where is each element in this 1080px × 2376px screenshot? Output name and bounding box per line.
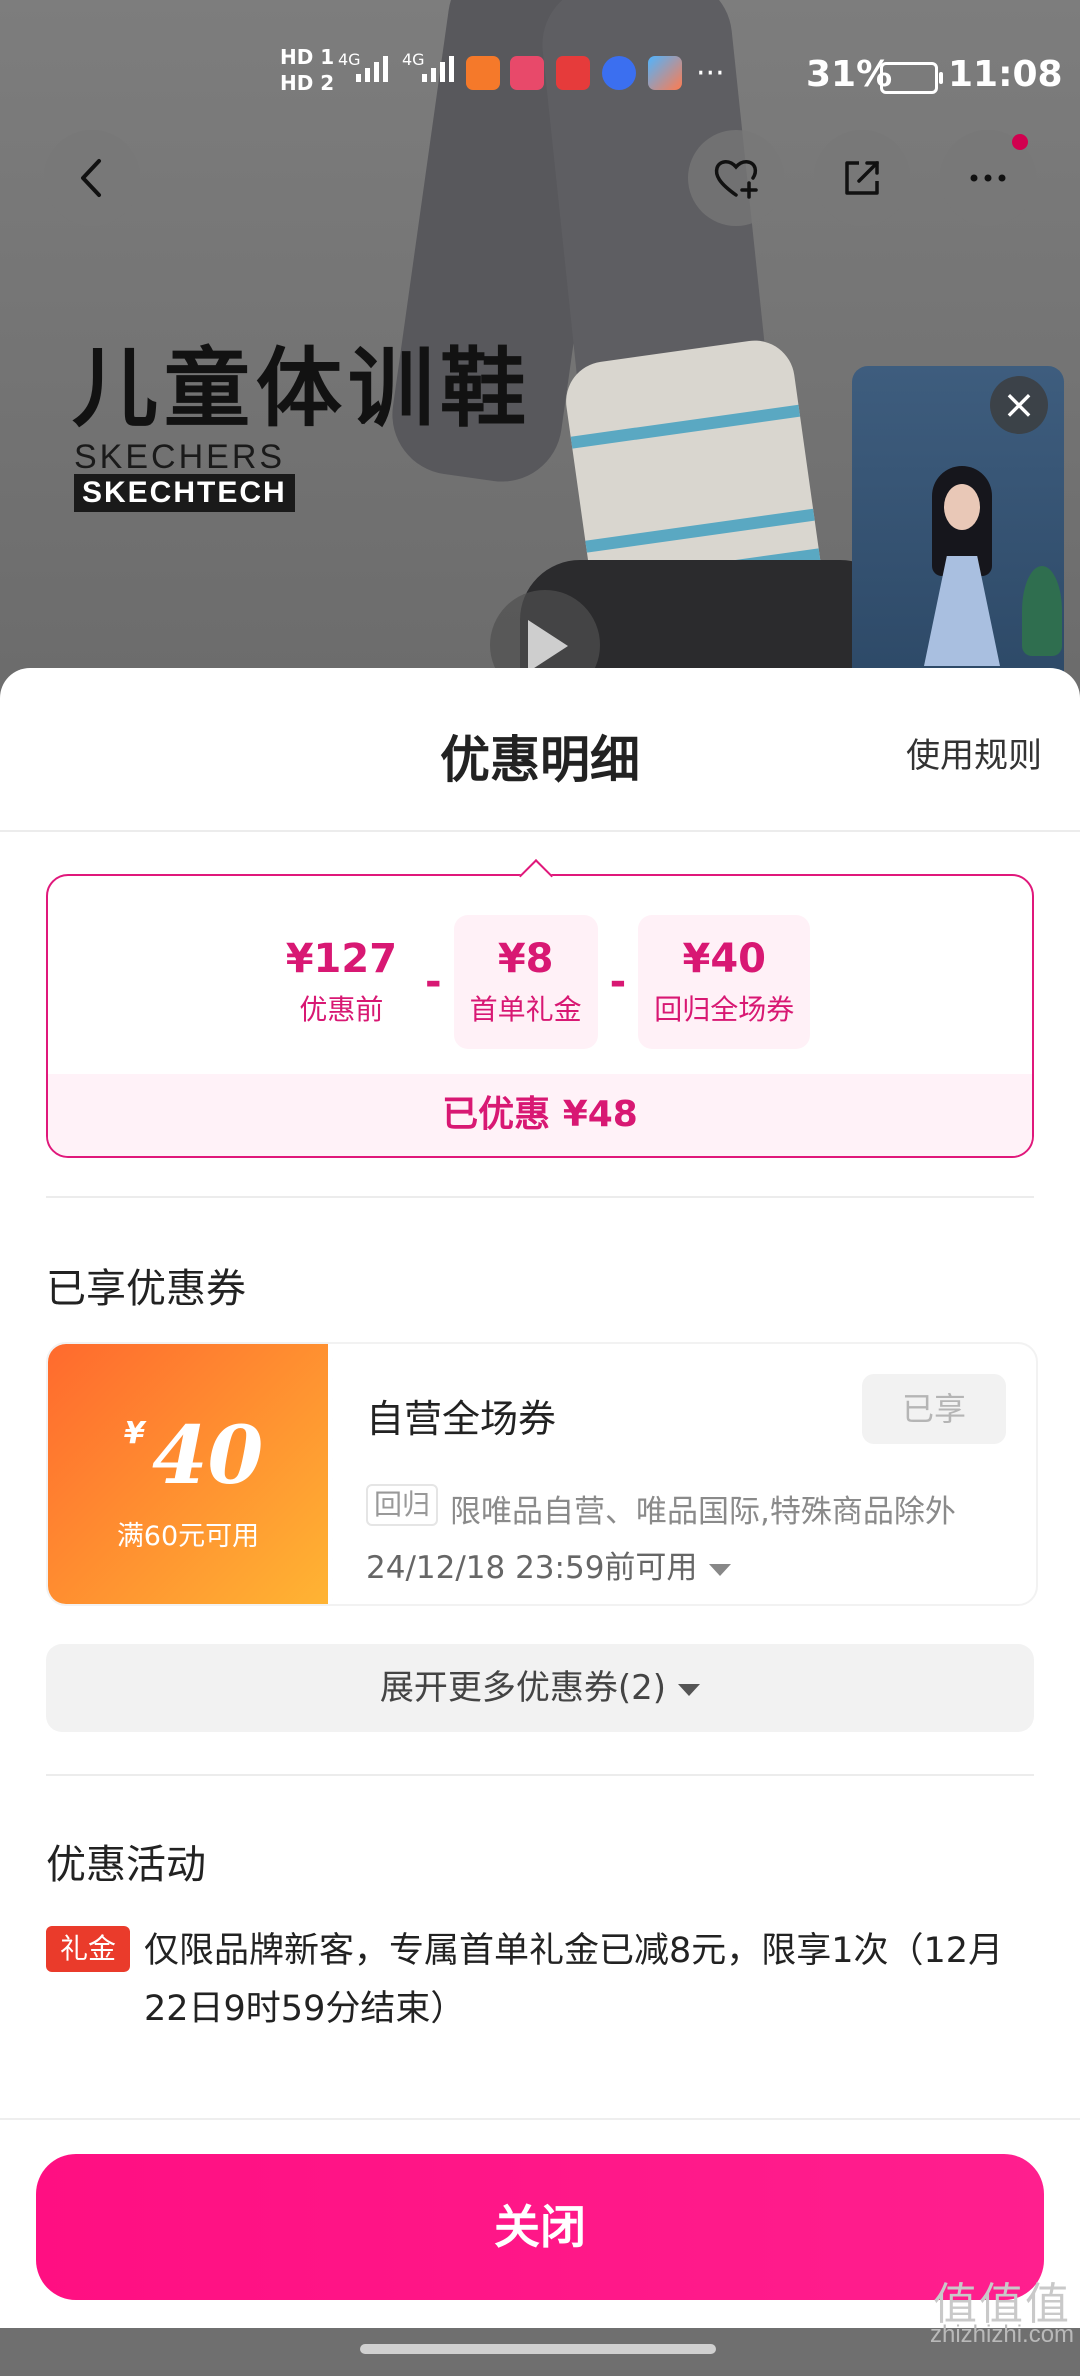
original-price: ¥127 优惠前 [285,936,398,1026]
gift-tag: 礼金 [46,1926,130,1972]
minus-operator: - [425,959,442,1005]
favorite-button[interactable] [688,130,784,226]
app-notification-icon [602,56,636,90]
banner-title: 儿童体训鞋 [72,339,532,439]
signal-strength-icon [422,56,454,82]
expand-more-coupons-button[interactable]: 展开更多优惠券(2) [46,1644,1034,1732]
coupon-condition: 满60元可用 [116,1521,260,1552]
status-bar: HD 1 HD 2 4G 4G ··· 31% 11:08 [0,28,1080,95]
divider [0,2118,1080,2120]
app-notification-icon [466,56,500,90]
coupon-expiry-toggle[interactable]: 24/12/18 23:59前可用 [366,1542,732,1587]
return-coupon-discount: ¥40 回归全场券 [638,915,811,1049]
notification-dot [1012,134,1028,150]
price-calculation: ¥127 优惠前 - ¥8 首单礼金 - ¥40 回归全场券 已优惠 ¥48 [46,874,1034,1158]
coupon-status-badge: 已享 [862,1374,1006,1444]
first-order-gift-discount: ¥8 首单礼金 [453,915,598,1049]
promotion-text: 仅限品牌新客，专属首单礼金已减8元，限享1次（12月22日9时59分结束） [144,1931,1004,2029]
divider [46,1196,1034,1198]
more-icon [970,174,1006,182]
favorite-add-icon [714,160,758,199]
watermark: 值值值 zhizhizhi.com [930,2280,1075,2349]
close-video-button[interactable]: × [990,376,1048,434]
divider [46,1774,1034,1776]
section-title-coupons: 已享优惠券 [46,1266,246,1312]
coupon-value-panel: ¥ 40 满60元可用 [48,1344,328,1604]
hd-indicator: HD 1 HD 2 [280,45,335,95]
app-notification-icon [510,56,544,90]
close-button[interactable]: 关闭 [36,2154,1044,2300]
play-icon [528,620,568,672]
share-button[interactable] [814,130,910,226]
chevron-down-icon [678,1683,701,1696]
section-title-activities: 优惠活动 [46,1842,206,1888]
home-indicator[interactable] [360,2344,716,2354]
signal-strength-icon [356,56,388,82]
usage-rules-link[interactable]: 使用规则 [906,728,1042,777]
discount-details-sheet: 优惠明细 使用规则 ¥127 优惠前 - ¥8 首单礼金 - ¥40 回归全场券… [0,668,1080,2328]
battery-icon [880,62,943,94]
app-notification-icon [556,56,590,90]
coupon-name: 自营全场券 [366,1397,557,1441]
coupon-amount: 40 [152,1408,264,1502]
back-icon [81,159,101,197]
total-discount: 已优惠 ¥48 [48,1074,1032,1156]
back-button[interactable] [44,130,140,226]
brand-logo-line1: SKECHERS [74,438,286,476]
coupon-scallop-edge [318,1344,338,1604]
coupon-card: ¥ 40 满60元可用 自营全场券 已享 回归 限唯品自营、唯品国际,特殊商品除… [46,1342,1038,1606]
clock: 11:08 [948,54,1063,95]
coupon-description: 限唯品自营、唯品国际,特殊商品除外 [450,1494,956,1530]
brand-logo-line2: SKECHTECH [74,474,295,512]
minus-operator: - [609,959,627,1005]
more-notifications-icon: ··· [696,56,725,91]
close-icon: × [1002,382,1036,428]
share-icon [845,161,879,195]
coupon-tag: 回归 [366,1484,439,1526]
app-notification-icon [648,56,682,90]
divider [0,830,1080,832]
chevron-down-icon [709,1563,732,1576]
